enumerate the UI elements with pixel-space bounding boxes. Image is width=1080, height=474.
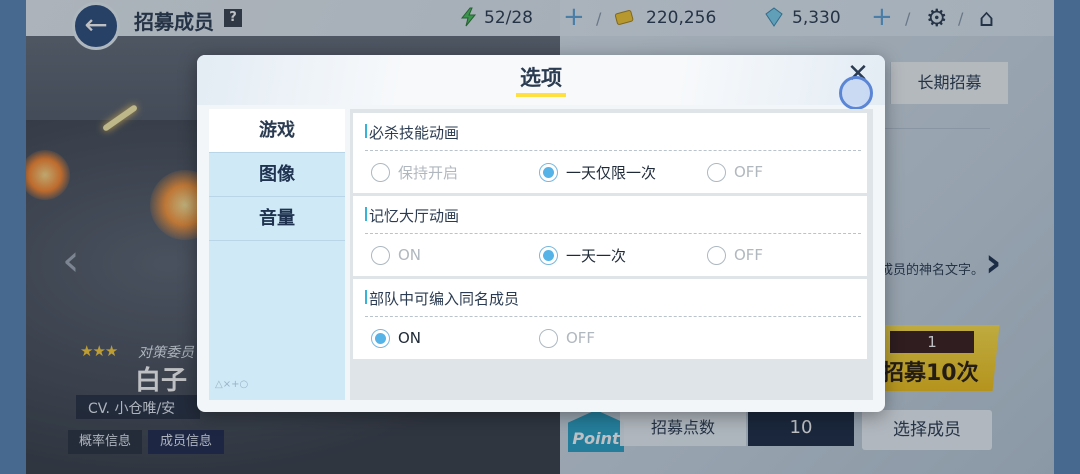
tab-graphics[interactable]: 图像 (209, 153, 345, 197)
option-label: 一天仅限一次 (566, 163, 657, 182)
section-duplicate-members: 部队中可编入同名成员 ON OFF (353, 279, 867, 359)
radio-option[interactable]: 保持开启 (371, 162, 458, 182)
option-label: OFF (734, 246, 764, 264)
dialog-body: 游戏 图像 音量 △×+○ 必杀技能动画 保持开启 一天仅限一次 OFF 记忆大… (209, 109, 873, 400)
touch-cursor (839, 76, 873, 110)
section-title: 部队中可编入同名成员 (369, 290, 520, 308)
radio-button[interactable] (539, 328, 558, 348)
section-marker (365, 124, 367, 138)
radio-option[interactable]: ON (371, 245, 421, 265)
dialog-title: 选项 (520, 66, 562, 90)
section-memory-lobby: 记忆大厅动画 ON 一天一次 OFF (353, 196, 867, 276)
radio-option[interactable]: 一天一次 (539, 245, 626, 265)
option-label: 一天一次 (566, 246, 627, 265)
radio-option[interactable]: ON (371, 328, 421, 348)
option-label: OFF (566, 329, 596, 347)
options-content: 必杀技能动画 保持开启 一天仅限一次 OFF 记忆大厅动画 ON 一天一次 OF… (350, 109, 873, 400)
tab-volume[interactable]: 音量 (209, 197, 345, 241)
radio-button[interactable] (371, 162, 390, 182)
radio-button-selected[interactable] (539, 162, 558, 182)
radio-option[interactable]: OFF (707, 245, 763, 265)
title-underline (516, 93, 566, 97)
option-label: OFF (734, 163, 764, 181)
section-skill-animation: 必杀技能动画 保持开启 一天仅限一次 OFF (353, 113, 867, 193)
tab-game[interactable]: 游戏 (209, 109, 345, 153)
option-label: ON (398, 246, 422, 264)
radio-button[interactable] (707, 162, 726, 182)
radio-button[interactable] (371, 245, 390, 265)
divider (365, 233, 861, 234)
divider (365, 150, 861, 151)
section-marker (365, 207, 367, 221)
options-dialog: 选项 ✕ 游戏 图像 音量 △×+○ 必杀技能动画 保持开启 一天仅限一次 OF… (197, 55, 885, 412)
options-sidenav: 游戏 图像 音量 △×+○ (209, 109, 345, 400)
option-label: 保持开启 (398, 163, 459, 182)
section-title: 必杀技能动画 (369, 124, 460, 142)
section-title: 记忆大厅动画 (369, 207, 460, 225)
radio-option[interactable]: 一天仅限一次 (539, 162, 656, 182)
radio-button[interactable] (707, 245, 726, 265)
radio-option[interactable]: OFF (539, 328, 595, 348)
nav-decoration: △×+○ (215, 379, 249, 390)
radio-button-selected[interactable] (539, 245, 558, 265)
radio-option[interactable]: OFF (707, 162, 763, 182)
section-marker (365, 290, 367, 304)
option-label: ON (398, 329, 422, 347)
divider (365, 316, 861, 317)
radio-button-selected[interactable] (371, 328, 390, 348)
